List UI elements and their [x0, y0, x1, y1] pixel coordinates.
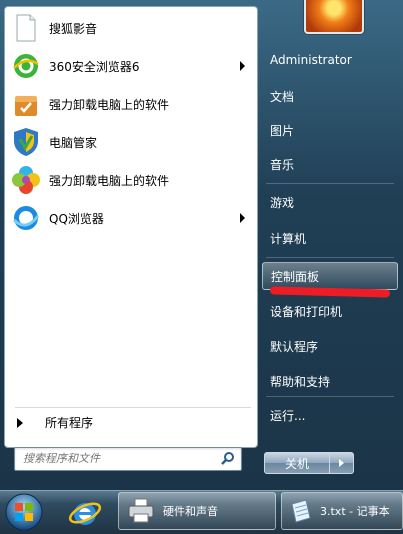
program-label: 电脑管家	[49, 135, 98, 150]
computer-link[interactable]: 计算机	[262, 224, 398, 252]
taskbar-item-label: 3.txt - 记事本	[320, 505, 390, 518]
music-link[interactable]: 音乐	[262, 150, 398, 178]
shield-icon	[11, 127, 41, 157]
games-link[interactable]: 游戏	[262, 188, 398, 216]
documents-link[interactable]: 文档	[262, 82, 398, 110]
printer-icon	[128, 498, 154, 523]
program-label: 搜狐影音	[49, 21, 98, 36]
user-avatar[interactable]	[304, 0, 364, 34]
divider	[266, 396, 394, 397]
submenu-arrow-icon[interactable]	[240, 61, 245, 71]
search-box[interactable]	[14, 447, 242, 471]
program-label: 强力卸载电脑上的软件	[49, 97, 170, 112]
program-item-360-browser[interactable]: 360安全浏览器6	[7, 49, 255, 83]
search-input[interactable]	[23, 450, 213, 466]
programs-pane: 搜狐影音 360安全浏览器6 强力卸载电脑上的软件 电脑管家 强力卸载电脑上的软…	[4, 6, 258, 448]
pictures-link[interactable]: 图片	[262, 116, 398, 144]
default-programs-link[interactable]: 默认程序	[262, 332, 398, 360]
search-icon[interactable]	[221, 451, 235, 465]
uninstall-box-icon	[11, 89, 41, 119]
shutdown-button[interactable]: 关机	[265, 453, 330, 473]
divider	[266, 183, 394, 184]
submenu-arrow-icon[interactable]	[240, 213, 245, 223]
devices-printers-link[interactable]: 设备和打印机	[262, 297, 398, 325]
help-support-link[interactable]: 帮助和支持	[262, 367, 398, 395]
taskbar-item-label: 硬件和声音	[163, 505, 218, 518]
program-label: 强力卸载电脑上的软件	[49, 173, 170, 188]
notepad-icon	[291, 499, 311, 523]
all-programs-label: 所有程序	[45, 416, 94, 430]
program-item-uninstall-2[interactable]: 强力卸载电脑上的软件	[7, 163, 255, 197]
ie-icon[interactable]	[68, 496, 102, 530]
arrow-right-icon	[339, 459, 344, 467]
user-folder[interactable]: Administrator	[262, 46, 398, 74]
divider	[266, 257, 394, 258]
triangle-right-icon	[17, 417, 23, 428]
taskbar-item-notepad[interactable]: 3.txt - 记事本	[281, 492, 403, 530]
document-icon	[11, 13, 41, 43]
shutdown-options-button[interactable]	[330, 453, 353, 473]
taskbar-item-hardware-sound[interactable]: 硬件和声音	[118, 492, 276, 530]
qq-browser-icon	[11, 203, 41, 233]
program-label: 360安全浏览器6	[49, 59, 140, 74]
run-link[interactable]: 运行...	[262, 401, 398, 429]
program-item-souhu[interactable]: 搜狐影音	[7, 11, 255, 45]
start-orb-icon[interactable]	[4, 492, 44, 532]
divider	[15, 407, 251, 408]
program-label: QQ浏览器	[49, 211, 104, 226]
all-programs[interactable]: 所有程序	[13, 414, 93, 431]
program-item-pc-manager[interactable]: 电脑管家	[7, 125, 255, 159]
program-item-uninstall[interactable]: 强力卸载电脑上的软件	[7, 87, 255, 121]
program-item-qq-browser[interactable]: QQ浏览器	[7, 201, 255, 235]
flower-icon	[11, 165, 41, 195]
shutdown-button-group: 关机	[264, 452, 354, 474]
360-browser-icon	[11, 51, 41, 81]
